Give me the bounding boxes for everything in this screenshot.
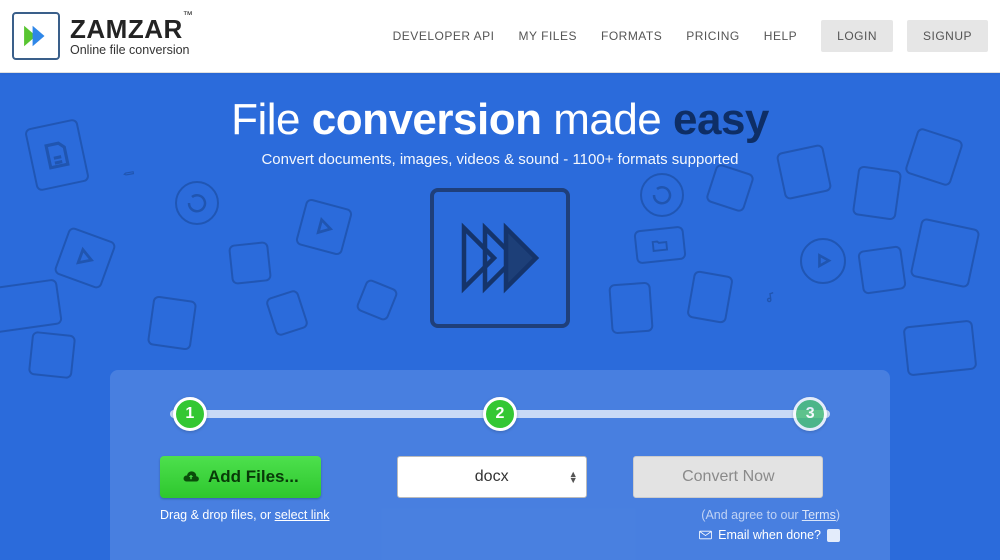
nav-formats[interactable]: FORMATS [601, 29, 662, 43]
sketch-note-icon [758, 282, 784, 315]
nav-help[interactable]: HELP [764, 29, 797, 43]
format-selected-value: docx [475, 468, 509, 486]
step-indicator: 1 2 3 [170, 396, 830, 432]
sketch-clipboard2-icon [608, 282, 653, 335]
hero-title: File conversion made easy [0, 95, 1000, 145]
header: ZAMZAR™ Online file conversion DEVELOPER… [0, 0, 1000, 73]
sketch-doc-icon [265, 289, 310, 338]
sketch-clipboard-icon [147, 295, 198, 351]
mail-icon [699, 530, 712, 540]
cloud-upload-icon [182, 468, 200, 486]
nav-pricing[interactable]: PRICING [686, 29, 740, 43]
email-when-done-checkbox[interactable] [827, 529, 840, 542]
brand-tagline: Online file conversion [70, 44, 193, 57]
nav-developer-api[interactable]: DEVELOPER API [393, 29, 495, 43]
brand-name: ZAMZAR™ [70, 16, 193, 42]
logo-icon [12, 12, 60, 60]
login-button[interactable]: LOGIN [821, 20, 893, 52]
stepper-icon: ▲▼ [569, 471, 578, 483]
step-3: 3 [793, 397, 827, 431]
sketch-box-icon [228, 241, 272, 285]
sketch-refresh2-icon [640, 173, 684, 217]
sketch-page-icon [852, 165, 903, 221]
main-nav: DEVELOPER API MY FILES FORMATS PRICING H… [393, 20, 988, 52]
sketch-refresh-icon [175, 181, 219, 225]
signup-button[interactable]: SIGNUP [907, 20, 988, 52]
hero-forward-icon [430, 188, 570, 328]
sketch-media-icon [28, 331, 76, 379]
sketch-square-icon [355, 278, 399, 322]
sketch-frame-icon [857, 245, 907, 295]
sketch-cassette-icon [0, 278, 63, 333]
email-when-done-label: Email when done? [718, 528, 821, 542]
select-link[interactable]: select link [275, 508, 330, 522]
step-1: 1 [173, 397, 207, 431]
add-files-label: Add Files... [208, 467, 299, 487]
hero: File conversion made easy Convert docume… [0, 73, 1000, 338]
dragdrop-hint: Drag & drop files, or select link [160, 508, 367, 522]
sketch-play-icon [53, 226, 117, 290]
terms-link[interactable]: Terms [802, 508, 836, 522]
sketch-folder-icon [633, 225, 686, 264]
hero-subtitle: Convert documents, images, videos & soun… [0, 151, 1000, 168]
add-files-button[interactable]: Add Files... [160, 456, 321, 498]
sketch-play2-icon [295, 198, 354, 257]
brand-logo[interactable]: ZAMZAR™ Online file conversion [12, 12, 193, 60]
sketch-picture-icon [909, 217, 980, 288]
sketch-image-icon [705, 163, 755, 213]
converter-panel: 1 2 3 Add Files... Drag & drop files, or… [110, 370, 890, 560]
nav-my-files[interactable]: MY FILES [519, 29, 577, 43]
sketch-clipboard3-icon [686, 270, 734, 324]
format-select[interactable]: docx ▲▼ [397, 456, 587, 498]
terms-hint: (And agree to our Terms) [633, 508, 840, 522]
step-2: 2 [483, 397, 517, 431]
sketch-play3-icon [800, 238, 846, 284]
convert-now-button[interactable]: Convert Now [633, 456, 823, 498]
sketch-laptop-icon [903, 319, 978, 376]
